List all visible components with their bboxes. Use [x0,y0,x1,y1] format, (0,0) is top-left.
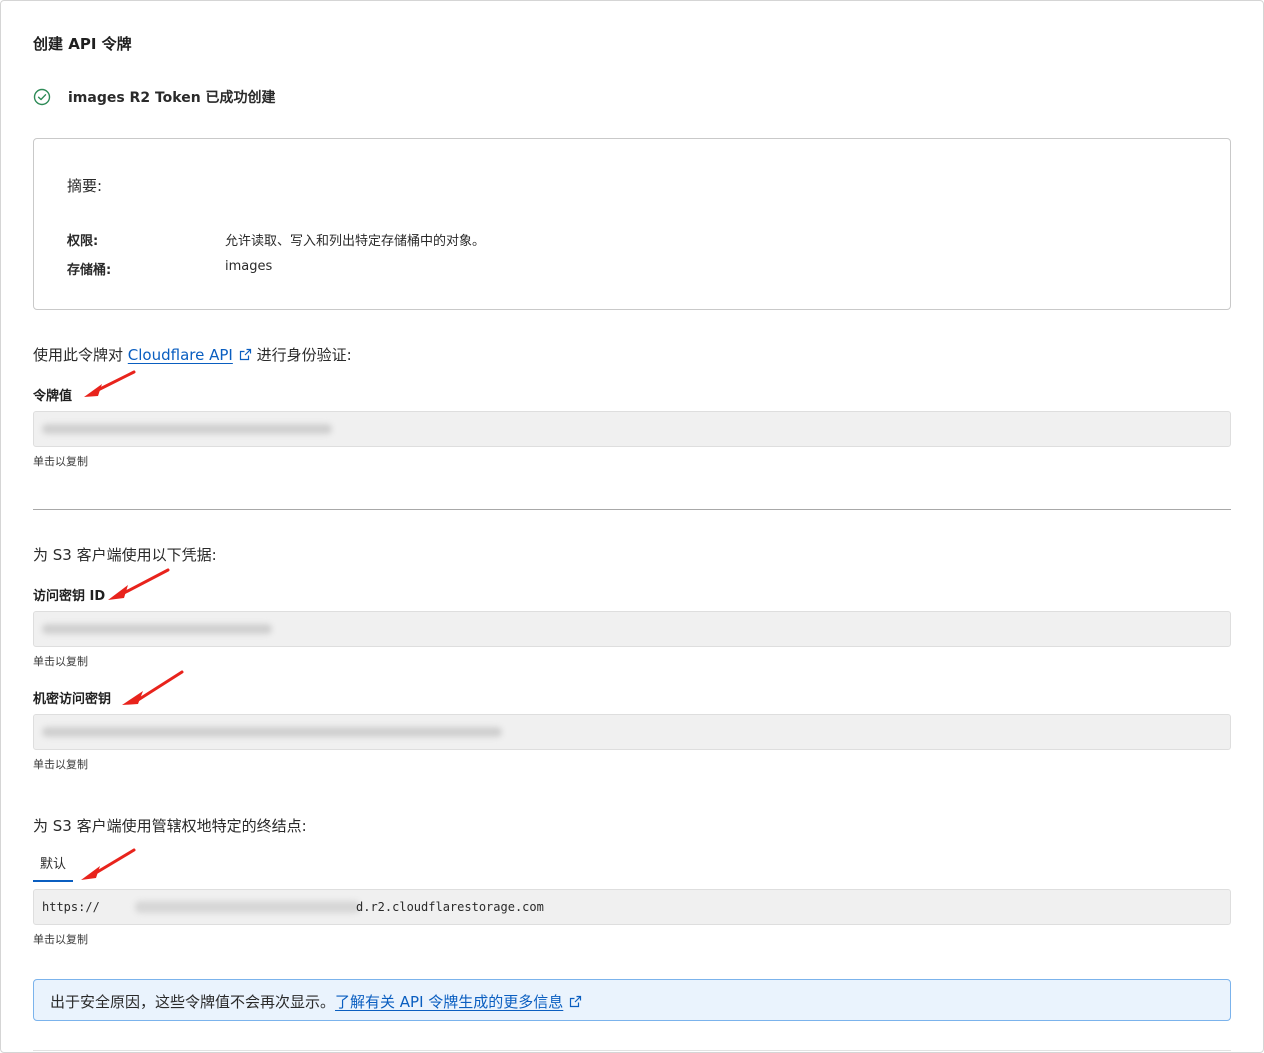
masked-token [42,424,332,434]
tab-default[interactable]: 默认 [33,856,73,882]
bucket-value: images [225,259,273,274]
api-usage-prefix: 使用此令牌对 [33,346,128,364]
api-usage-text: 使用此令牌对 Cloudflare API 进行身份验证: [33,344,352,365]
annotation-arrow-icon [108,568,170,600]
masked-account-id [135,901,360,913]
success-text: images R2 Token 已成功创建 [68,90,276,106]
secret-key-field[interactable] [33,714,1231,750]
endpoint-copy-hint[interactable]: 单击以复制 [33,931,88,947]
summary-box: 摘要: 权限: 允许读取、写入和列出特定存储桶中的对象。 存储桶: images [33,138,1231,310]
endpoint-intro: 为 S3 客户端使用管辖权地特定的终结点: [33,817,307,835]
token-value-label: 令牌值 [33,389,73,404]
endpoint-url-prefix: https:// [42,900,100,914]
permission-value: 允许读取、写入和列出特定存储桶中的对象。 [225,234,486,249]
learn-more-link[interactable]: 了解有关 API 令牌生成的更多信息 [335,993,563,1011]
check-circle-icon [33,88,51,106]
masked-access-key [42,624,272,634]
endpoint-url-suffix: d.r2.cloudflarestorage.com [356,900,544,914]
bucket-label: 存储桶: [67,263,112,278]
security-notice-text: 出于安全原因，这些令牌值不会再次显示。 [50,993,336,1011]
token-value-field[interactable] [33,411,1231,447]
annotation-arrow-icon [122,670,184,705]
external-link-icon[interactable] [569,995,582,1008]
secret-key-label: 机密访问密钥 [33,692,112,707]
permission-label: 权限: [67,234,99,249]
summary-title: 摘要: [67,177,103,195]
endpoint-url-field[interactable]: https:// d.r2.cloudflarestorage.com [33,889,1231,925]
s3-credentials-intro: 为 S3 客户端使用以下凭据: [33,546,217,564]
success-message: images R2 Token 已成功创建 [33,87,276,107]
annotation-arrow-icon [84,370,136,397]
api-usage-suffix: 进行身份验证: [251,346,352,364]
cloudflare-api-link[interactable]: Cloudflare API [128,346,233,364]
access-key-label: 访问密钥 ID [33,589,106,604]
secret-key-copy-hint[interactable]: 单击以复制 [33,756,88,772]
masked-secret-key [42,727,502,737]
access-key-field[interactable] [33,611,1231,647]
security-notice: 出于安全原因，这些令牌值不会再次显示。了解有关 API 令牌生成的更多信息 [33,979,1231,1021]
token-copy-hint[interactable]: 单击以复制 [33,453,88,469]
bottom-divider [33,1050,1231,1051]
external-link-icon[interactable] [239,348,252,361]
page-title: 创建 API 令牌 [33,35,132,53]
section-divider [33,509,1231,510]
annotation-arrow-icon [81,848,136,880]
access-key-copy-hint[interactable]: 单击以复制 [33,653,88,669]
